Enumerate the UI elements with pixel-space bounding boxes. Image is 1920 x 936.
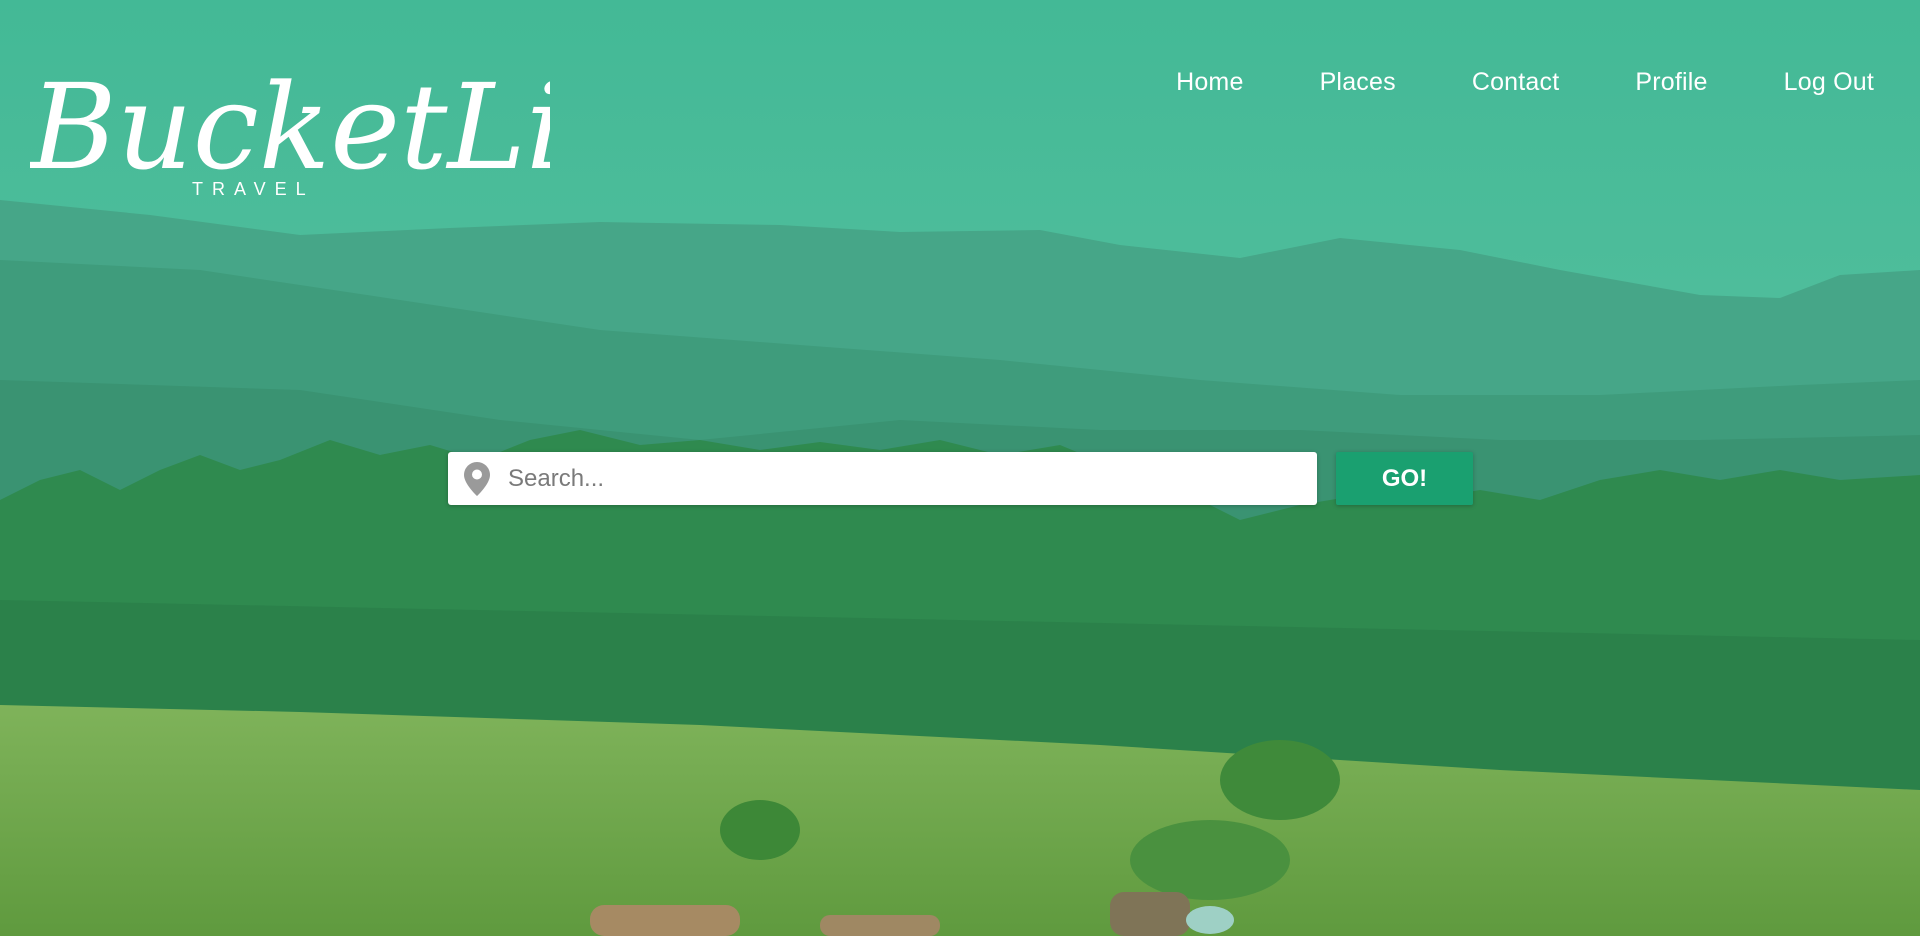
nav-logout[interactable]: Log Out (1784, 68, 1874, 97)
nav-profile[interactable]: Profile (1635, 68, 1707, 97)
bucketlist-logo[interactable]: BucketList TRAVEL (28, 28, 672, 213)
nav-contact[interactable]: Contact (1472, 68, 1560, 97)
nav-home[interactable]: Home (1176, 68, 1244, 97)
search-box (448, 452, 1317, 505)
map-pin-icon (464, 462, 490, 496)
logo-main-text: BucketList (30, 58, 550, 196)
logo-sub-text: TRAVEL (192, 179, 315, 199)
bucketlist-logo-graphic: BucketList TRAVEL (28, 58, 672, 199)
search-input[interactable] (508, 452, 1298, 505)
go-button[interactable]: GO! (1336, 452, 1473, 505)
main-nav: Home Places Contact Profile Log Out (1100, 68, 1874, 97)
nav-places[interactable]: Places (1320, 68, 1396, 97)
